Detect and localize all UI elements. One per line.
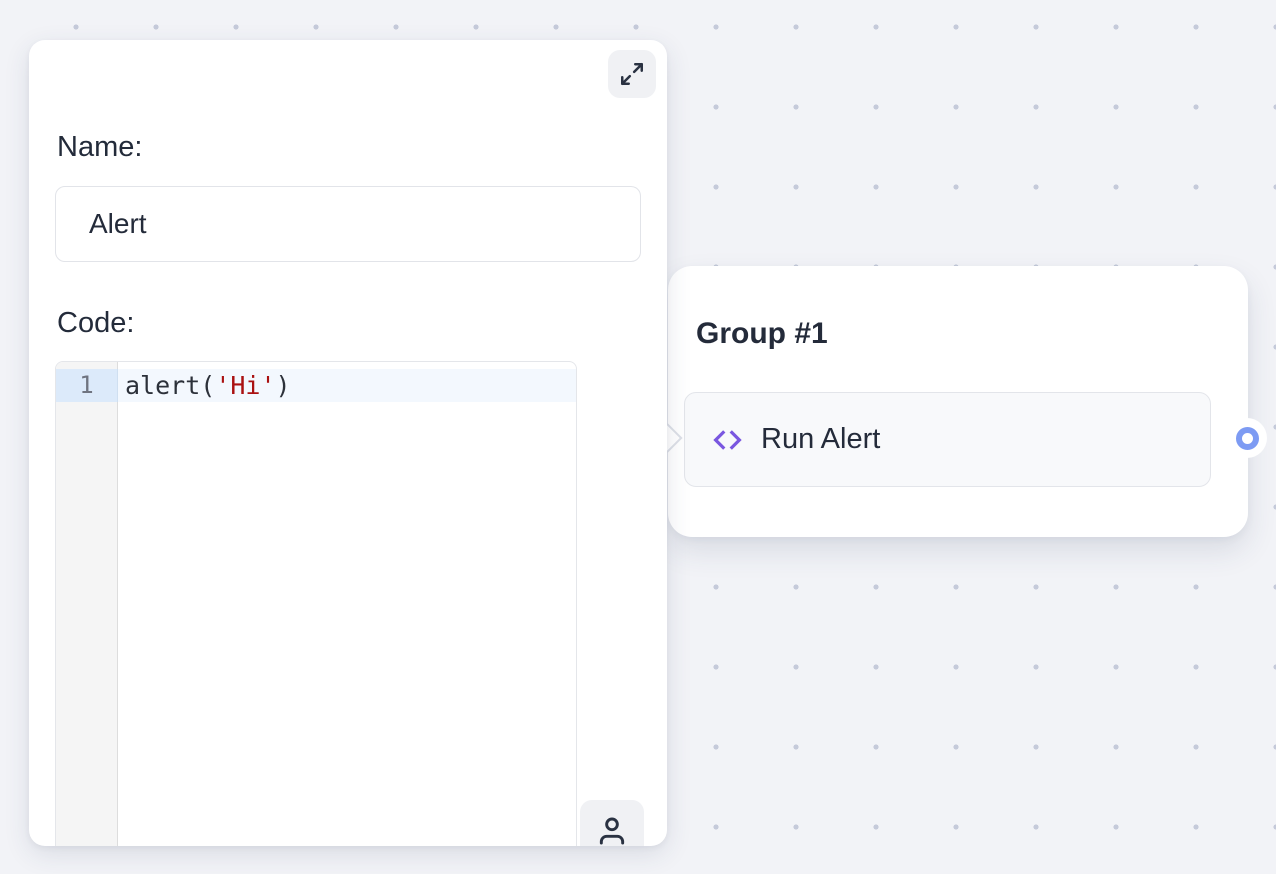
run-alert-node[interactable]: Run Alert	[684, 392, 1211, 487]
user-icon	[596, 815, 628, 846]
node-detail-panel: Name: Code: 1 alert('Hi')	[29, 40, 667, 846]
output-connection-handle[interactable]	[1227, 418, 1267, 458]
code-token-plain: alert(	[125, 371, 215, 400]
node-label: Run Alert	[761, 423, 880, 456]
code-icon	[709, 425, 746, 455]
code-content: alert('Hi')	[118, 369, 576, 402]
code-label: Code:	[57, 302, 134, 344]
maximize-icon	[619, 61, 645, 87]
code-token-plain: )	[276, 371, 291, 400]
name-input[interactable]	[55, 186, 641, 262]
editor-gutter	[56, 362, 118, 846]
output-handle-ring	[1236, 427, 1259, 450]
code-token-string: 'Hi'	[215, 371, 275, 400]
group-title: Group #1	[696, 315, 828, 353]
user-button[interactable]	[580, 800, 644, 846]
code-line[interactable]: 1 alert('Hi')	[56, 369, 576, 402]
flow-canvas[interactable]: Group #1 Run Alert	[0, 0, 1276, 874]
line-number: 1	[56, 369, 118, 402]
name-label: Name:	[57, 126, 142, 168]
expand-button[interactable]	[608, 50, 656, 98]
code-editor[interactable]: 1 alert('Hi')	[55, 361, 577, 846]
group-card[interactable]: Group #1 Run Alert	[668, 266, 1248, 537]
